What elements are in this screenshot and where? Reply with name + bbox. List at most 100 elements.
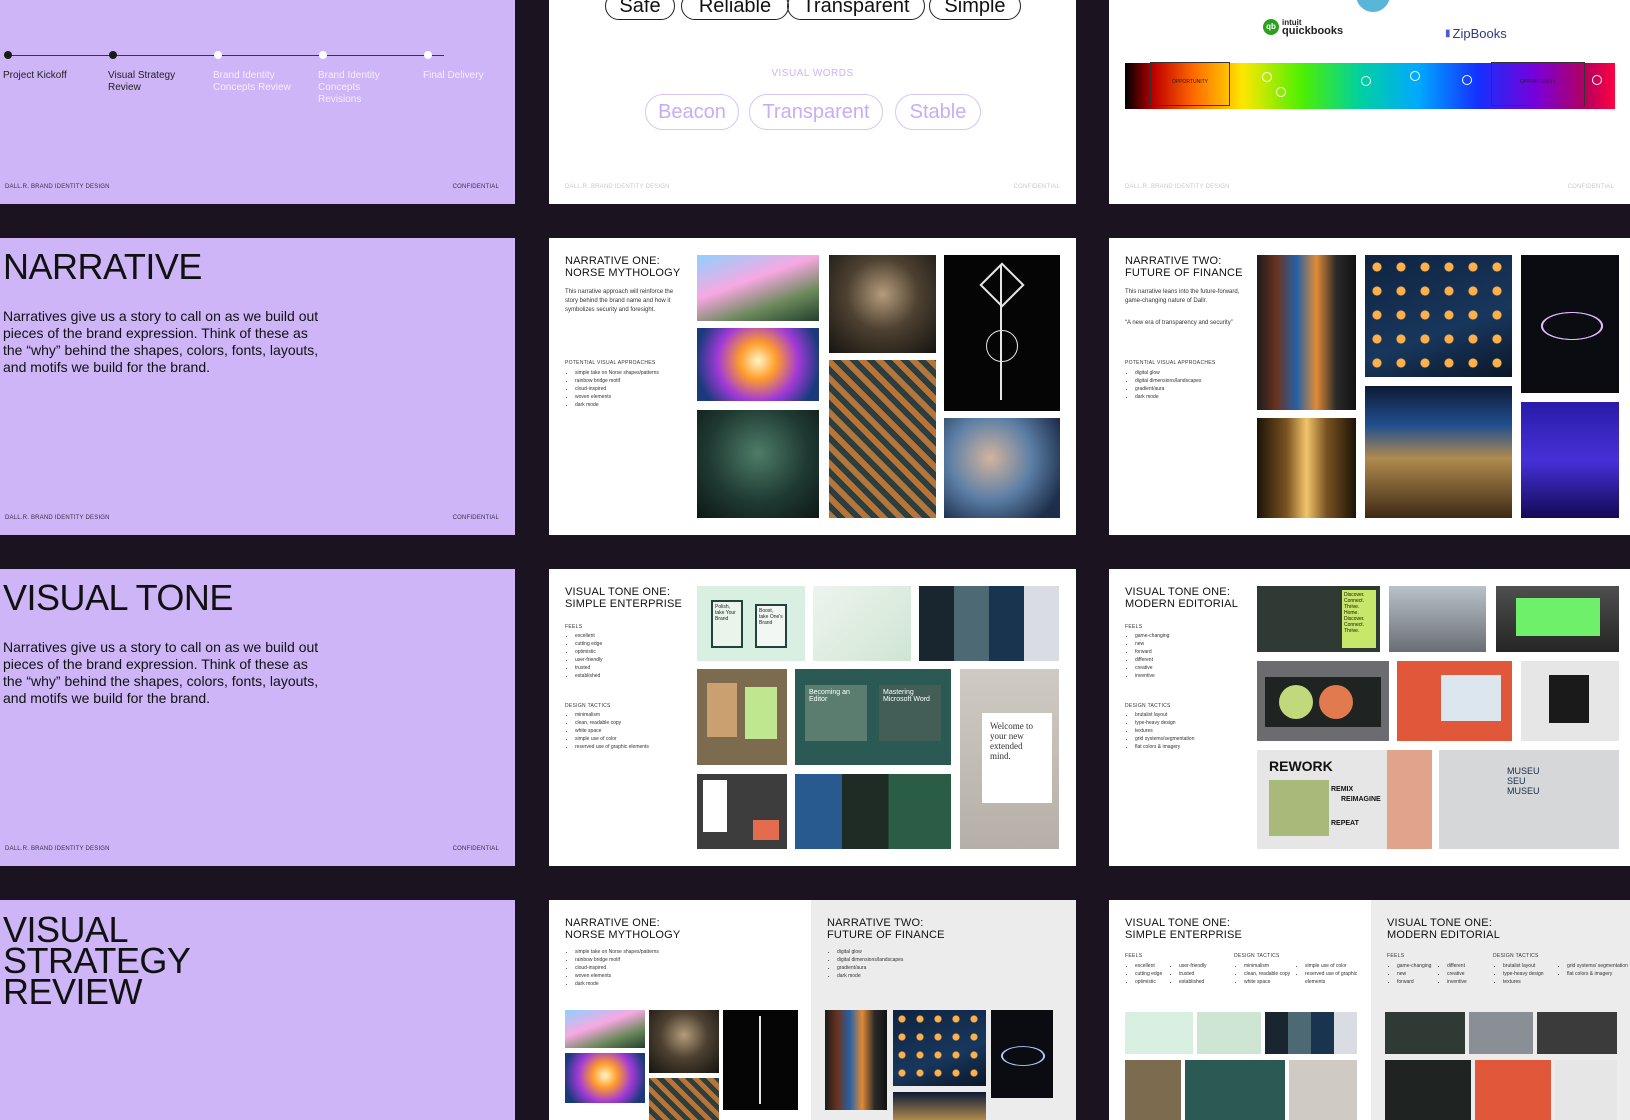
thumb-collage-image [1265, 1012, 1357, 1054]
bank-building-image [1365, 386, 1512, 518]
list-item: user-friendly [575, 656, 603, 664]
summary-enterprise-feels-a: excellentcutting edgeoptimistic [1129, 962, 1162, 986]
list-item: type-heavy design [1503, 970, 1544, 978]
list-item: white space [575, 727, 649, 735]
list-item: inventive [1135, 672, 1169, 680]
footer-left: DALL.R. BRAND IDENTITY DESIGN [5, 515, 110, 521]
visual-strategy-review-slide: VISUAL STRATEGY REVIEW [0, 900, 515, 1120]
editorial-tactics-label: DESIGN TACTICS [1125, 703, 1171, 709]
timeline-dot [109, 51, 117, 59]
thumb-green-screen-image [1537, 1012, 1617, 1054]
pill-beacon: Beacon [645, 94, 739, 130]
enterprise-feels-label: FEELS [565, 624, 583, 630]
list-item: reserved use of graphic elements [1305, 970, 1365, 986]
thumb-orbit-image [991, 1010, 1054, 1098]
norse-title: NARRATIVE ONE: NORSE MYTHOLOGY [565, 255, 681, 279]
screen-a-label: Becoming an Editor [805, 685, 867, 741]
list-item: trusted [1179, 970, 1207, 978]
list-item: clean, readable copy [1244, 970, 1290, 978]
list-item: game-changing [1397, 962, 1431, 970]
thumb-cards-image [1197, 1012, 1261, 1054]
list-item: textures [1135, 727, 1194, 735]
list-item: simple use of color [575, 735, 649, 743]
visual-words-label: VISUAL WORDS [771, 68, 854, 79]
list-item: cutting edge [1135, 970, 1162, 978]
thumb-posters-image [1125, 1060, 1181, 1120]
pill-transparent: Transparent [749, 94, 883, 130]
marker-dot [1276, 87, 1286, 97]
opportunity-box-left: OPPORTUNITY [1150, 62, 1230, 106]
golden-light-image [1257, 418, 1356, 518]
quickbooks-logo: qb intuit quickbooks [1263, 18, 1344, 37]
billboard-2: Boost, take One's Brand [755, 604, 787, 648]
list-item: optimistic [575, 648, 603, 656]
narrative-title: NARRATIVE [3, 246, 202, 287]
screen-b-label: Mastering Microsoft Word [879, 685, 941, 741]
museum-board-image [1521, 661, 1619, 741]
timeline-slide: Project Kickoff Visual Strategy Review Bra… [0, 0, 515, 204]
norse-approaches-list: simple take on Norse shapes/patternsrain… [569, 369, 659, 409]
circle-logo [1356, 0, 1390, 12]
list-item: minimalism [575, 711, 649, 719]
visual-tone-body: Narratives give us a story to call on as… [3, 639, 319, 706]
modern-editorial-slide: VISUAL TONE ONE: MODERN EDITORIAL FEELS … [1109, 569, 1630, 866]
timeline-step-label: Final Delivery [423, 70, 484, 81]
list-item: creative [1447, 970, 1467, 978]
finance-approaches-list: digital glowdigital dimensions/landscape… [1129, 369, 1201, 401]
list-item: clean, readable copy [575, 719, 649, 727]
list-item: flat colors & imagery [1567, 970, 1629, 978]
list-item: trusted [575, 664, 603, 672]
list-item: white space [1244, 978, 1290, 986]
summary-editorial-feels-label: FEELS [1387, 953, 1405, 959]
narrative-slide: NARRATIVE Narratives give us a story to … [0, 238, 515, 535]
summary-enterprise-feels-label: FEELS [1125, 953, 1143, 959]
tones-summary-slide: VISUAL TONE ONE: SIMPLE ENTERPRISE FEELS… [1109, 900, 1630, 1120]
list-item: brutalist layout [1503, 962, 1544, 970]
list-item: brutalist layout [1135, 711, 1194, 719]
thumb-circles-image [1385, 1060, 1471, 1120]
finance-approach-label: POTENTIAL VISUAL APPROACHES [1125, 360, 1216, 366]
spectrum-bar: OPPORTUNITY OPPORTUNITY [1125, 62, 1615, 109]
summary-editorial-title: VISUAL TONE ONE: MODERN EDITORIAL [1387, 917, 1501, 941]
footer-left: DALL.R. BRAND IDENTITY DESIGN [5, 184, 110, 190]
list-item: woven elements [575, 393, 659, 401]
thumb-billboards-image [1125, 1012, 1193, 1054]
thumb-museum-board-image [1555, 1060, 1617, 1120]
visual-words-slide: Safe Reliable Transparent Simple VISUAL … [549, 0, 1076, 204]
footer-left: DALL.R. BRAND IDENTITY DESIGN [5, 846, 110, 852]
thumb-rune-image [723, 1010, 798, 1110]
stationery-image [697, 774, 787, 849]
list-item: cloud-inspired [575, 385, 659, 393]
quickbooks-icon: qb [1263, 19, 1279, 35]
museu-text: MUSEU SEU MUSEU [1507, 766, 1540, 796]
horned-figure-image [944, 418, 1060, 518]
thumb-screens-image [1185, 1060, 1285, 1120]
timeline-dot [424, 51, 432, 59]
thumb-bank-image [893, 1092, 986, 1120]
marker-dot [1592, 75, 1602, 85]
list-item: type-heavy design [1135, 719, 1194, 727]
green-screen-image [1496, 586, 1619, 652]
norse-approach-label: POTENTIAL VISUAL APPROACHES [565, 360, 656, 366]
list-item: simple use of color [1305, 962, 1365, 970]
list-item: dark mode [1135, 393, 1201, 401]
rainbow-bridge-image [697, 255, 819, 321]
marker-dot [1462, 75, 1472, 85]
footer-right: CONFIDENTIAL [452, 846, 499, 852]
orange-panels-image [1397, 661, 1512, 741]
list-item: gradient/aura [1135, 385, 1201, 393]
thumb-rainbow-image [565, 1010, 645, 1048]
thumb-orange-image [1475, 1060, 1551, 1120]
list-item: digital dimensions/landscapes [837, 956, 903, 964]
list-item: digital glow [837, 948, 903, 956]
strategy-title: VISUAL STRATEGY REVIEW [3, 909, 190, 1012]
opportunity-box-right: OPPORTUNITY [1491, 62, 1585, 106]
thumb-network-image [893, 1010, 986, 1086]
quickbooks-name: quickbooks [1282, 25, 1344, 37]
summary-norse-list: simple take on Norse shapes/patternsrain… [569, 948, 659, 988]
norse-body: This narrative approach will reinforce t… [565, 289, 674, 313]
rework-remix: REMIX [1331, 786, 1354, 793]
pill-stable: Stable [895, 94, 981, 130]
list-item: new [1397, 970, 1431, 978]
museu-image: MUSEU SEU MUSEU [1439, 750, 1619, 849]
